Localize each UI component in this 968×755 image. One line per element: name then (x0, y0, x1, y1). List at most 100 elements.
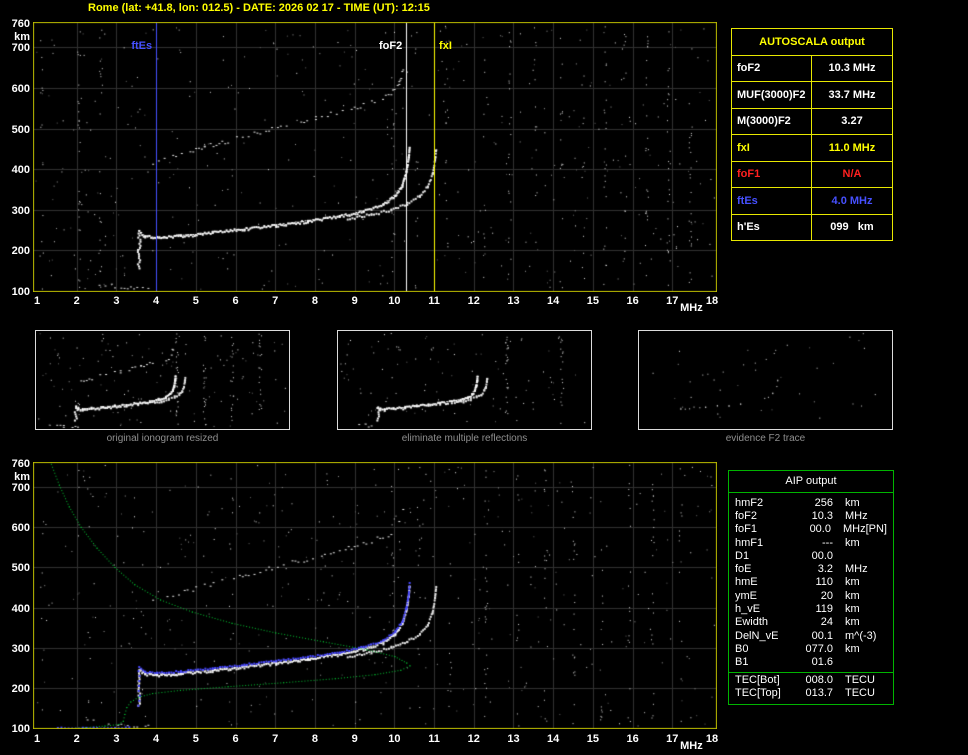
aip-row-label: foE (735, 563, 752, 576)
aip-row-label: hmE (735, 576, 758, 589)
aip-row-value: 013.7 (805, 686, 833, 699)
x-axis-tick-label: 14 (547, 295, 560, 307)
thumbnail-caption-original: original ionogram resized (106, 433, 219, 444)
y-axis-tick-label: 700 (11, 42, 30, 55)
aip-row-label: h_vE (735, 603, 761, 616)
ionogram-canvas-bottom (33, 462, 717, 729)
x-axis-tick-label: 14 (547, 733, 560, 745)
x-axis-tick-label: 13 (507, 295, 520, 307)
autoscala-output-table: AUTOSCALA output foF2 10.3 MHz MUF(3000)F2… (731, 28, 893, 241)
autoscala-table-title: AUTOSCALA output (732, 29, 892, 56)
x-axis-tick-label: 6 (232, 295, 239, 307)
aip-row-label: TEC[Top] (735, 686, 781, 699)
ionogram-plot-top (33, 22, 717, 292)
station-date-header: Rome (lat: +41.8, lon: 012.5) - DATE: 20… (88, 2, 430, 14)
aip-row: Ewidth 24 km (729, 616, 893, 629)
autoscala-row-value: 33.7 MHz (828, 88, 876, 101)
autoscala-row: foF1 N/A (732, 161, 892, 188)
aip-row-label: hmF1 (735, 536, 764, 549)
aip-row-note: [PN] (865, 523, 887, 536)
y-axis-tick-label: 300 (11, 204, 30, 217)
aip-row-unit: MHz (845, 563, 868, 576)
y-axis-tick-label: 500 (11, 123, 30, 136)
aip-row-label: hmF2 (735, 496, 764, 509)
x-axis-tick-label: 1 (33, 733, 41, 745)
aip-row-label: ymE (735, 589, 757, 602)
aip-row-unit: m^(-3) (845, 629, 877, 642)
ionogram-plot-bottom (33, 462, 717, 729)
aip-row-unit: km (845, 616, 860, 629)
x-axis-tick-label: 2 (73, 733, 80, 745)
aip-row-unit: TECU (845, 673, 875, 686)
y-axis-tick-label: 700 (11, 482, 30, 495)
thumbnail-canvas-eliminate (338, 331, 591, 429)
y-axis-tick-label: 760 (11, 458, 30, 470)
x-axis-tick-label: 11 (428, 733, 440, 745)
autoscala-row-label: fxI (732, 135, 812, 161)
x-axis-tick-label: 7 (272, 733, 279, 745)
autoscala-window: Rome (lat: +41.8, lon: 012.5) - DATE: 20… (0, 0, 968, 755)
x-axis-tick-label: 2 (73, 295, 80, 307)
x-axis-tick-label: 8 (311, 733, 318, 745)
marker-label-fxi: fxI (439, 40, 452, 52)
autoscala-row-label: ftEs (732, 188, 812, 214)
thumbnail-original-ionogram (35, 330, 290, 430)
thumbnail-caption-evidence: evidence F2 trace (725, 433, 806, 444)
autoscala-row-label: foF2 (732, 55, 812, 81)
aip-row-label: TEC[Bot] (735, 673, 780, 686)
autoscala-row: fxI 11.0 MHz (732, 135, 892, 162)
x-axis-tick-label: 5 (192, 295, 199, 307)
aip-row-label: Ewidth (735, 616, 769, 629)
aip-row: h_vE 119 km (729, 602, 893, 615)
x-axis-tick-label: 15 (586, 295, 599, 307)
aip-row-value: --- (822, 536, 833, 549)
thumbnail-canvas-original (36, 331, 289, 429)
y-axis-tick-label: 300 (11, 642, 30, 655)
x-axis-tick-label: 11 (428, 295, 440, 307)
aip-row-label: B0 (735, 642, 749, 655)
aip-row-label: foF2 (735, 509, 758, 522)
thumbnail-canvas-evidence (639, 331, 892, 429)
aip-row: hmF1 --- km (729, 536, 893, 549)
aip-row-value: 008.0 (805, 673, 833, 686)
autoscala-row: M(3000)F2 3.27 (732, 108, 892, 135)
aip-row-value: 00.0 (809, 523, 831, 536)
aip-row-value: 256 (814, 496, 833, 509)
aip-row: D1 00.0 (729, 549, 893, 562)
aip-row-value: 077.0 (805, 642, 833, 655)
aip-row-unit: MHz (842, 523, 866, 536)
marker-label-fof2: foF2 (379, 40, 403, 52)
aip-row: ymE 20 km (729, 589, 893, 602)
x-axis-tick-label: 7 (272, 295, 279, 307)
aip-row-label: B1 (735, 656, 749, 669)
x-axis-tick-label: 4 (153, 295, 160, 307)
x-axis-tick-label: 12 (467, 733, 480, 745)
x-axis-tick-label: 6 (232, 733, 239, 745)
x-axis-tick-label: 8 (311, 295, 318, 307)
autoscala-row-label: MUF(3000)F2 (732, 82, 812, 108)
y-axis-tick-label: 200 (11, 245, 30, 258)
x-axis-unit-label: MHz (680, 302, 703, 314)
aip-row-unit: km (845, 603, 860, 616)
thumbnail-eliminate-multiples (337, 330, 592, 430)
autoscala-row: h'Es 099 km (732, 214, 892, 240)
autoscala-row-value: 099 km (830, 221, 874, 234)
x-axis-tick-label: 3 (113, 733, 120, 745)
x-axis-tick-label: 15 (586, 733, 599, 745)
aip-row-label: foF1 (735, 523, 758, 536)
aip-row-label: D1 (735, 549, 750, 562)
autoscala-row-value: 10.3 MHz (828, 62, 876, 75)
x-axis-tick-label: 1 (33, 295, 41, 307)
aip-row: hmF2 256 km (729, 496, 893, 509)
x-axis-tick-label: 16 (626, 295, 639, 307)
x-axis-tick-label: 5 (192, 733, 199, 745)
autoscala-row: MUF(3000)F2 33.7 MHz (732, 82, 892, 109)
aip-row-value: 00.1 (811, 629, 833, 642)
aip-row-unit: km (845, 576, 860, 589)
aip-row-unit: km (845, 536, 860, 549)
aip-row: TEC[Bot] 008.0 TECU (729, 671, 893, 686)
aip-row: foF1 00.0 MHz [PN] (729, 523, 893, 536)
x-axis-tick-label: 9 (351, 733, 358, 745)
aip-row: DelN_vE 00.1 m^(-3) (729, 629, 893, 642)
x-axis-tick-label: 3 (113, 295, 120, 307)
